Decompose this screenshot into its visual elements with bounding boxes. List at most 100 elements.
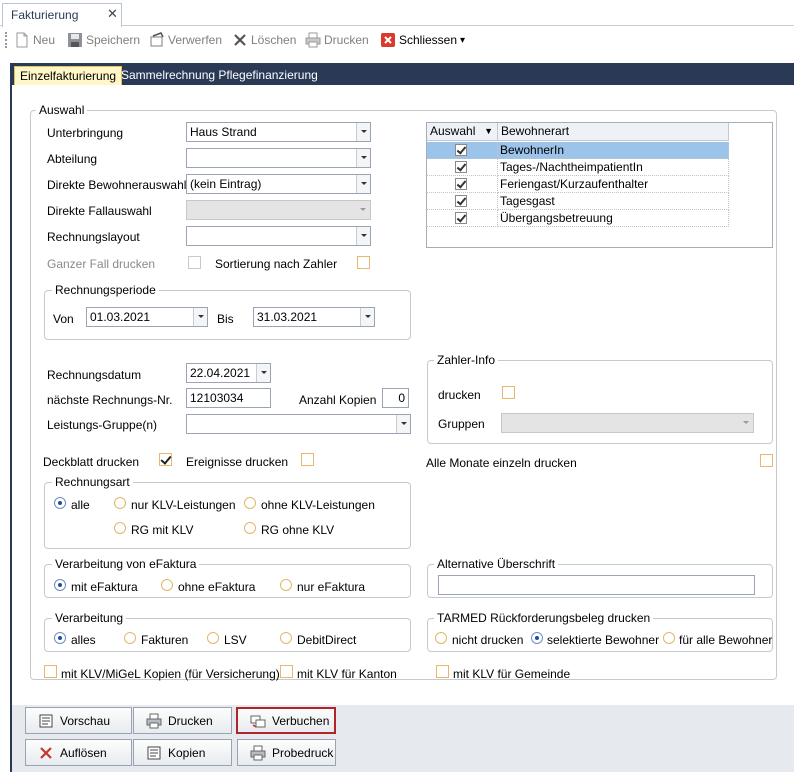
aufloesen-button[interactable]: Auflösen <box>25 739 132 766</box>
von-label: Von <box>53 312 74 326</box>
chevron-down-icon[interactable] <box>396 415 410 433</box>
bis-date[interactable]: 31.03.2021 <box>253 307 375 327</box>
verarbeitung-radio-lsv[interactable] <box>207 632 219 644</box>
row-checkbox[interactable] <box>455 161 467 173</box>
toolbar-grip[interactable] <box>5 32 7 48</box>
zahler-drucken-checkbox[interactable] <box>502 386 515 399</box>
row-checkbox[interactable] <box>455 144 467 156</box>
row-label: Feriengast/Kurzaufenthalter <box>498 176 729 193</box>
kanton-checkbox[interactable] <box>280 665 293 678</box>
layout-select[interactable] <box>186 226 371 246</box>
document-tab[interactable]: Fakturierung ✕ <box>2 3 122 27</box>
bis-value: 31.03.2021 <box>257 310 318 324</box>
close-button[interactable]: Schliessen <box>380 30 457 50</box>
grid-row[interactable]: Feriengast/Kurzaufenthalter <box>427 176 729 193</box>
rechnungsart-radio-alle[interactable] <box>54 497 66 509</box>
chevron-down-icon[interactable] <box>356 123 370 141</box>
gemeinde-checkbox[interactable] <box>436 665 449 678</box>
verarbeitung-radio-fakturen[interactable] <box>124 632 136 644</box>
toolbar-overflow-icon[interactable]: ▾ <box>460 34 465 48</box>
grid-row[interactable]: Tagesgast <box>427 193 729 210</box>
gruppen-select <box>501 413 754 433</box>
abteilung-select[interactable] <box>186 148 371 168</box>
rechnungsart-radio-rg-ohne[interactable] <box>244 522 256 534</box>
tab-sammelrechnung[interactable]: Sammelrechnung Pflegefinanzierung <box>116 66 323 86</box>
klv-migel-checkbox[interactable] <box>44 665 57 678</box>
chevron-down-icon[interactable] <box>256 364 270 382</box>
aufloesen-label: Auflösen <box>60 745 107 760</box>
row-checkbox[interactable] <box>455 212 467 224</box>
printer-icon <box>250 745 266 761</box>
alle-monate-label: Alle Monate einzeln drucken <box>426 456 577 470</box>
alt-ueberschrift-field[interactable] <box>438 575 755 595</box>
efaktura-radio-nur[interactable] <box>280 579 292 591</box>
bewohnerart-grid[interactable]: Auswahl ▼ Bewohnerart BewohnerIn Tages-/… <box>426 122 773 248</box>
kopien-field[interactable]: 0 <box>382 388 409 408</box>
grid-row[interactable]: BewohnerIn <box>427 142 729 159</box>
deckblatt-checkbox[interactable] <box>159 453 172 466</box>
tarmed-radio-nicht[interactable] <box>435 632 447 644</box>
grid-header-bewohnerart[interactable]: Bewohnerart <box>498 123 729 141</box>
chevron-down-icon[interactable] <box>356 149 370 167</box>
verbuchen-button[interactable]: Verbuchen <box>236 707 336 734</box>
grid-row[interactable]: Tages-/NachtheimpatientIn <box>427 159 729 176</box>
tab-einzelfakturierung[interactable]: Einzelfakturierung <box>14 66 123 86</box>
kopien-label: Anzahl Kopien <box>299 393 377 407</box>
drucken-button[interactable]: Drucken <box>133 707 232 734</box>
chevron-down-icon[interactable] <box>356 227 370 245</box>
rechnungs-nr-value: 12103034 <box>190 391 244 405</box>
close-red-icon <box>380 32 396 48</box>
save-button[interactable]: Speichern <box>67 30 140 50</box>
rechnungs-nr-field[interactable]: 12103034 <box>186 388 271 408</box>
rechnungsart-label-ohne-klv: ohne KLV-Leistungen <box>261 498 375 512</box>
rechnungsart-label-nur-klv: nur KLV-Leistungen <box>131 498 236 512</box>
verarbeitung-label-lsv: LSV <box>224 633 247 647</box>
efaktura-title: Verarbeitung von eFaktura <box>52 557 200 571</box>
leistungs-gruppe-select[interactable] <box>186 414 411 434</box>
zahler-title: Zahler-Info <box>434 353 499 367</box>
verbuchen-icon <box>250 713 266 729</box>
ganzer-fall-checkbox[interactable] <box>188 256 201 269</box>
close-tab-icon[interactable]: ✕ <box>107 6 118 22</box>
von-date[interactable]: 01.03.2021 <box>86 307 208 327</box>
row-checkbox[interactable] <box>455 195 467 207</box>
chevron-down-icon[interactable] <box>360 308 374 326</box>
kopien-button[interactable]: Kopien <box>133 739 232 766</box>
bewohner-value: (kein Eintrag) <box>190 177 262 191</box>
grid-header-auswahl[interactable]: Auswahl ▼ <box>427 123 498 141</box>
row-label: BewohnerIn <box>498 142 729 159</box>
von-value: 01.03.2021 <box>90 310 151 324</box>
verarbeitung-label-debitdirect: DebitDirect <box>297 633 357 647</box>
layout-label: Rechnungslayout <box>47 230 140 244</box>
rechnungsart-radio-ohne-klv[interactable] <box>244 497 256 509</box>
verbuchen-label: Verbuchen <box>272 713 330 728</box>
ereignisse-checkbox[interactable] <box>301 453 314 466</box>
vorschau-button[interactable]: Vorschau <box>25 707 132 734</box>
probedruck-button[interactable]: Probedruck <box>237 739 336 766</box>
tarmed-radio-selektierte[interactable] <box>531 632 543 644</box>
efaktura-radio-ohne[interactable] <box>161 579 173 591</box>
vorschau-label: Vorschau <box>60 713 111 728</box>
kopien-label: Kopien <box>168 745 206 760</box>
rechnungsart-radio-nur-klv[interactable] <box>114 497 126 509</box>
rechnungsdatum-date[interactable]: 22.04.2021 <box>186 363 271 383</box>
bewohner-select[interactable]: (kein Eintrag) <box>186 174 371 194</box>
sortierung-checkbox[interactable] <box>357 256 370 269</box>
verarbeitung-radio-alles[interactable] <box>54 632 66 644</box>
new-button[interactable]: Neu <box>14 30 55 50</box>
rechnungsart-radio-rg-mit[interactable] <box>114 522 126 534</box>
gruppen-label: Gruppen <box>438 417 485 431</box>
chevron-down-icon[interactable] <box>193 308 207 326</box>
chevron-down-icon[interactable] <box>356 175 370 193</box>
print-button[interactable]: Drucken <box>305 30 369 50</box>
efaktura-radio-mit[interactable] <box>54 579 66 591</box>
discard-button[interactable]: Verwerfen <box>149 30 222 50</box>
alle-monate-checkbox[interactable] <box>760 454 773 467</box>
verarbeitung-radio-debitdirect[interactable] <box>280 632 292 644</box>
unterbringung-select[interactable]: Haus Strand <box>186 122 371 142</box>
row-checkbox[interactable] <box>455 178 467 190</box>
delete-button[interactable]: Löschen <box>232 30 296 50</box>
grid-row[interactable]: Übergangsbetreuung <box>427 210 729 227</box>
tarmed-radio-alle[interactable] <box>663 632 675 644</box>
fall-select <box>186 200 371 220</box>
